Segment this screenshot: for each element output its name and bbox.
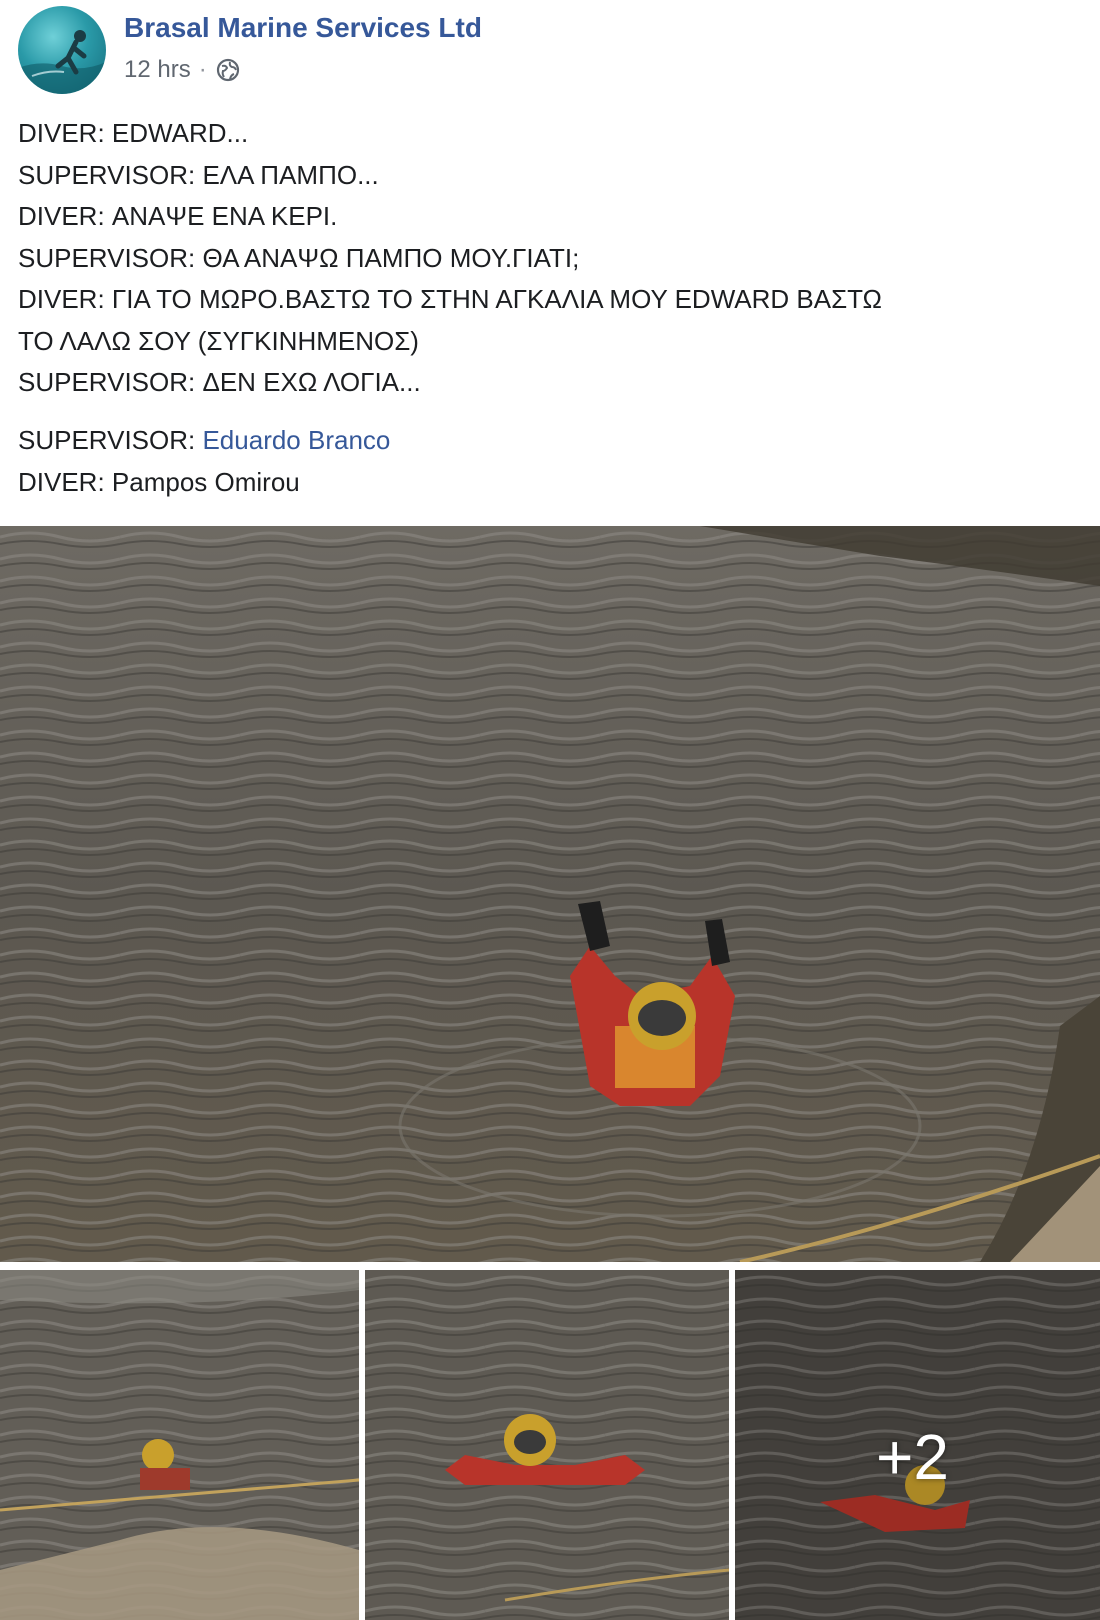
post-meta: 12 hrs · <box>124 56 241 84</box>
post-line: SUPERVISOR: ΔΕΝ ΕΧΩ ΛΟΓΙΑ... <box>18 367 421 397</box>
supervisor-label: SUPERVISOR: <box>18 425 203 455</box>
globe-icon[interactable] <box>215 57 241 83</box>
post-text: DIVER: EDWARD... SUPERVISOR: ΕΛΑ ΠΑΜΠΟ..… <box>18 113 1088 404</box>
more-photos-overlay[interactable]: +2 <box>735 1270 1100 1620</box>
post-credits: SUPERVISOR: Eduardo Branco DIVER: Pampos… <box>18 420 390 503</box>
post-header: Brasal Marine Services Ltd 12 hrs · <box>0 0 1100 110</box>
page-avatar[interactable] <box>18 6 106 94</box>
diver-avatar-icon <box>18 30 106 94</box>
thumbnail-photo-3[interactable]: +2 <box>735 1270 1100 1620</box>
diver-in-water-image <box>0 526 1100 1262</box>
supervisor-mention-link[interactable]: Eduardo Branco <box>202 425 390 455</box>
thumbnail-photo-1[interactable] <box>0 1270 359 1620</box>
post-timestamp[interactable]: 12 hrs <box>124 56 191 84</box>
diver-name: Pampos Omirou <box>111 466 300 497</box>
supervisor-credit: SUPERVISOR: Eduardo Branco <box>18 420 390 462</box>
diver-thumbnail-image <box>365 1270 729 1620</box>
meta-separator: · <box>198 56 207 83</box>
post-line: DIVER: ΓΙΑ ΤΟ ΜΩΡΟ.ΒΑΣΤΩ ΤΟ ΣΤΗΝ ΑΓΚΑΛΙΑ… <box>18 284 882 314</box>
post-line: DIVER: EDWARD... <box>18 118 249 148</box>
diver-thumbnail-image <box>0 1270 359 1620</box>
page-name-link[interactable]: Brasal Marine Services Ltd <box>124 12 482 44</box>
post-line: SUPERVISOR: ΘΑ ΑΝΑΨΩ ΠΑΜΠΟ ΜΟΥ.ΓΙΑΤΙ; <box>18 242 580 273</box>
diver-credit: DIVER: Pampos Omirou <box>18 462 390 504</box>
main-photo[interactable] <box>0 526 1100 1262</box>
diver-label: DIVER: <box>18 466 112 497</box>
post-line: DIVER: ΑΝΑΨΕ ΕΝΑ ΚΕΡΙ. <box>18 201 338 231</box>
post-line: ΤΟ ΛΑΛΩ ΣΟΥ (ΣΥΓΚΙΝΗΜΕΝΟΣ) <box>18 325 419 356</box>
more-photos-count: +2 <box>876 1421 949 1493</box>
thumbnail-photo-2[interactable] <box>365 1270 729 1620</box>
post-line: SUPERVISOR: ΕΛΑ ΠΑΜΠΟ... <box>18 159 379 190</box>
